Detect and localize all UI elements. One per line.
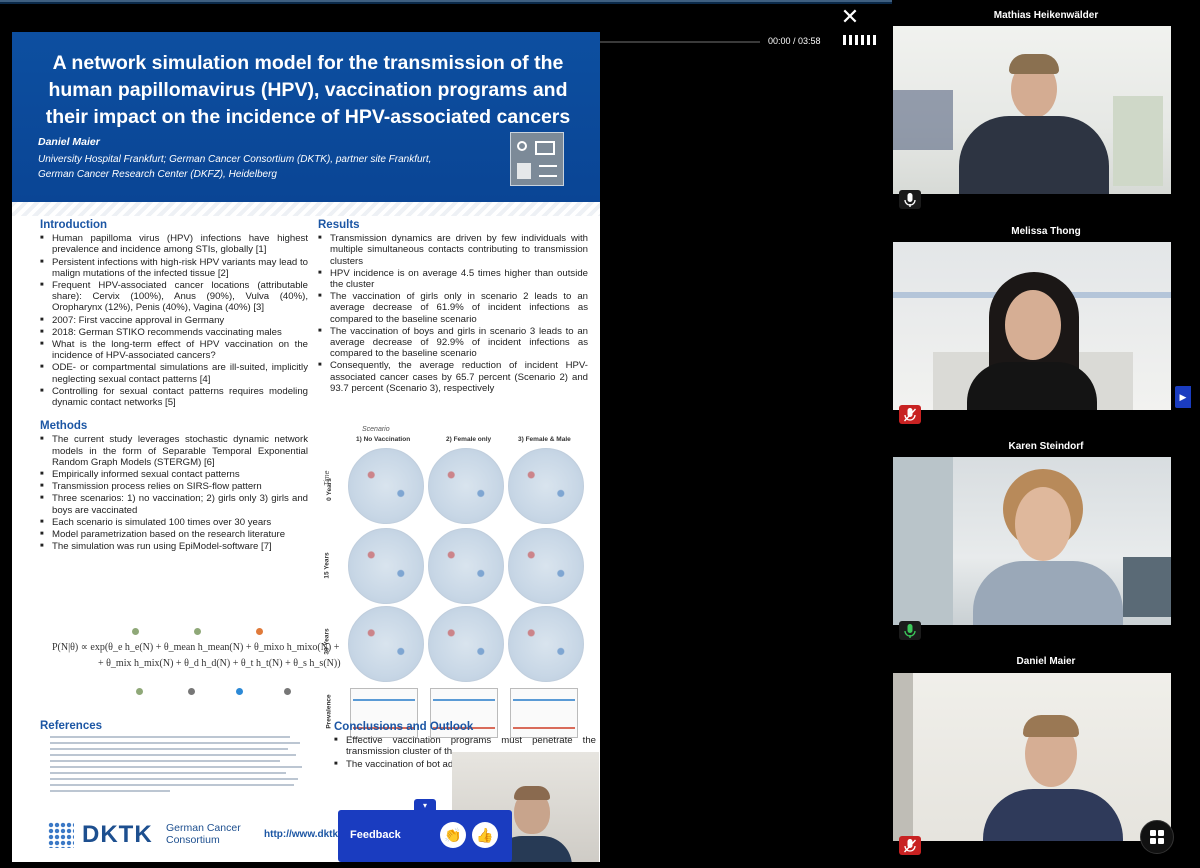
section-heading: References xyxy=(40,720,103,732)
list-item: Transmission process relies on SIRS-flow… xyxy=(40,481,308,492)
prevalence-label: Prevalence xyxy=(325,694,333,729)
participants-panel: Mathias Heikenwälder Melissa Thong Karen… xyxy=(892,0,1200,868)
methods-list: The current study leverages stochastic d… xyxy=(40,434,308,552)
dktk-logo: DKTK German Cancer Consortium xyxy=(48,820,248,850)
list-item: Empirically informed sexual contact patt… xyxy=(40,469,308,480)
grid-layout-icon[interactable] xyxy=(1140,820,1174,854)
list-item: The vaccination of boys and girls in sce… xyxy=(318,326,588,360)
network-plot xyxy=(428,606,504,682)
list-item: ODE- or compartmental simulations are il… xyxy=(40,362,308,384)
row-label: 15 Years xyxy=(323,552,331,579)
list-item: Frequent HPV-associated cancer locations… xyxy=(40,280,308,314)
feedback-bar: Feedback 👏 👍 xyxy=(338,810,512,862)
seek-bar[interactable] xyxy=(600,41,760,43)
volume-icon[interactable] xyxy=(843,35,876,45)
column-label: 1) No Vaccination xyxy=(356,436,411,443)
introduction-list: Human papilloma virus (HPV) infections h… xyxy=(40,233,308,408)
formula-line: + θ_mix h_mix(N) + θ_d h_d(N) + θ_t h_t(… xyxy=(98,658,341,669)
network-plot xyxy=(348,448,424,524)
row-label: 0 Years xyxy=(325,478,333,501)
timecode: 00:00 / 03:58 xyxy=(768,36,821,46)
network-plot xyxy=(428,448,504,524)
participant-video[interactable] xyxy=(893,673,1171,841)
participant-name: Mathias Heikenwälder xyxy=(993,10,1099,21)
list-item: What is the long-term effect of HPV vacc… xyxy=(40,339,308,361)
poster-slide: A network simulation model for the trans… xyxy=(12,32,600,862)
row-label: 30 Years xyxy=(323,628,331,655)
chevron-right-icon[interactable]: ▶ xyxy=(1175,386,1191,408)
list-item: Controlling for sexual contact patterns … xyxy=(40,386,308,408)
section-heading: Methods xyxy=(40,420,88,433)
references-section: References xyxy=(40,720,310,792)
network-plot xyxy=(508,528,584,604)
participant-name: Daniel Maier xyxy=(1016,656,1076,667)
poster-url: http://www.dktk. xyxy=(264,829,341,840)
close-button[interactable]: ✕ xyxy=(838,6,862,28)
poster-author: Daniel Maier xyxy=(38,136,100,148)
participant-video[interactable] xyxy=(893,457,1171,625)
thumbs-up-icon[interactable]: 👍 xyxy=(472,822,498,848)
formula-line: P(N|θ) ∝ exp(θ_e h_e(N) + θ_mean h_mean(… xyxy=(52,642,340,653)
list-item: HPV incidence is on average 4.5 times hi… xyxy=(318,268,588,290)
scenario-label: Scenario xyxy=(362,426,390,433)
list-item: Consequently, the average reduction of i… xyxy=(318,360,588,394)
list-item: Transmission dynamics are driven by few … xyxy=(318,233,588,267)
results-list: Transmission dynamics are driven by few … xyxy=(318,233,588,394)
participant-name: Melissa Thong xyxy=(1011,226,1081,237)
microphone-icon[interactable] xyxy=(899,190,921,209)
affiliation-line: University Hospital Frankfurt; German Ca… xyxy=(38,154,432,165)
list-item: 2018: German STIKO recommends vaccinatin… xyxy=(40,327,308,338)
network-plot xyxy=(508,448,584,524)
list-item: Human papilloma virus (HPV) infections h… xyxy=(40,233,308,255)
column-label: 3) Female & Male xyxy=(518,436,571,443)
microphone-muted-icon[interactable] xyxy=(899,836,921,855)
list-item: Persistent infections with high-risk HPV… xyxy=(40,257,308,279)
list-item: 2007: First vaccine approval in Germany xyxy=(40,315,308,326)
list-item: The current study leverages stochastic d… xyxy=(40,434,308,468)
participant-video[interactable] xyxy=(893,26,1171,194)
poster-affiliation: University Hospital Frankfurt; German Ca… xyxy=(38,152,498,182)
logo-subtitle: German Cancer Consortium xyxy=(166,822,241,846)
affiliation-line: German Cancer Research Center (DKFZ), He… xyxy=(38,169,277,180)
section-heading: Results xyxy=(318,219,360,231)
section-heading: Introduction xyxy=(40,219,108,231)
model-formula: P(N|θ) ∝ exp(θ_e h_e(N) + θ_mean h_mean(… xyxy=(40,628,341,718)
network-plot xyxy=(348,606,424,682)
list-item: The vaccination of girls only in scenari… xyxy=(318,291,588,325)
poster-right-column: Results Transmission dynamics are driven… xyxy=(318,219,588,395)
list-item: Model parametrization based on the resea… xyxy=(40,529,308,540)
microphone-muted-icon[interactable] xyxy=(899,405,921,424)
clap-icon[interactable]: 👏 xyxy=(440,822,466,848)
microphone-icon[interactable] xyxy=(899,621,921,640)
logo-name: DKTK xyxy=(82,821,153,848)
video-player: ✕ 00:00 / 03:58 A network simulation mod… xyxy=(0,0,1200,868)
poster-title: A network simulation model for the trans… xyxy=(45,52,571,128)
participant-video[interactable] xyxy=(893,242,1171,410)
poster-left-column: Introduction Human papilloma virus (HPV)… xyxy=(40,219,308,553)
poster-header: A network simulation model for the trans… xyxy=(12,32,600,202)
column-label: 2) Female only xyxy=(446,436,492,443)
network-plot xyxy=(348,528,424,604)
participant-name: Karen Steindorf xyxy=(1008,441,1084,452)
network-plot xyxy=(508,606,584,682)
research-icon xyxy=(510,132,564,186)
list-item: Each scenario is simulated 100 times ove… xyxy=(40,517,308,528)
network-plot xyxy=(428,528,504,604)
decorative-pattern xyxy=(12,202,600,216)
list-item: Three scenarios: 1) no vaccination; 2) g… xyxy=(40,493,308,515)
section-heading: Conclusions and Outlook xyxy=(334,721,474,733)
list-item: The simulation was run using EpiModel-so… xyxy=(40,541,308,552)
network-figure: Scenario Time 1) No Vaccination 2) Femal… xyxy=(322,426,598,738)
feedback-label: Feedback xyxy=(350,829,401,841)
